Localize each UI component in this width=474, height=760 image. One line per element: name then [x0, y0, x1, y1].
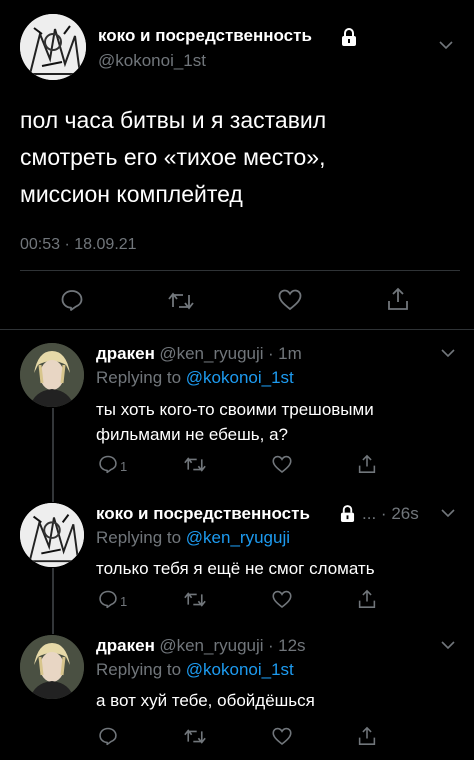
divider	[0, 329, 474, 330]
replying-to: Replying to @ken_ryuguji	[96, 528, 290, 547]
chevron-down-icon[interactable]	[441, 508, 455, 518]
thread-line	[52, 568, 54, 634]
avatar[interactable]	[20, 14, 86, 80]
display-name[interactable]: дракен	[96, 636, 155, 655]
thread-line	[52, 408, 54, 502]
replying-to: Replying to @kokonoi_1st	[96, 368, 294, 387]
reply-icon[interactable]	[98, 454, 118, 474]
retweet-icon[interactable]	[184, 590, 206, 609]
reply-count: 1	[120, 459, 128, 474]
tweet-timestamp[interactable]: 00:53 · 18.09.21	[20, 236, 137, 254]
retweet-icon[interactable]	[168, 290, 194, 312]
tweet-text: пол часа битвы и я заставил смотреть его…	[20, 102, 460, 213]
avatar[interactable]	[20, 343, 84, 407]
reply-age[interactable]: 26s	[391, 504, 418, 523]
reply-count: 1	[120, 594, 128, 609]
reply-age[interactable]: 1m	[278, 344, 302, 363]
handle[interactable]: @ken_ryuguji	[159, 636, 263, 655]
avatar[interactable]	[20, 635, 84, 699]
tweet-time: 00:53	[20, 236, 61, 253]
mention-link[interactable]: @kokonoi_1st	[186, 368, 294, 387]
retweet-icon[interactable]	[184, 455, 206, 474]
reply-age[interactable]: 12s	[278, 636, 305, 655]
reply-header: коко и посредственность	[96, 504, 310, 524]
reply-text: а вот хуй тебе, обойдёшься	[96, 691, 315, 710]
mention-link[interactable]: @kokonoi_1st	[186, 660, 294, 679]
reply-text: только тебя я ещё не смог сломать	[96, 559, 375, 578]
reply-header: дракен @ken_ryuguji · 12s	[96, 636, 306, 655]
share-icon[interactable]	[358, 726, 376, 746]
share-icon[interactable]	[358, 454, 376, 474]
reply-header: дракен @ken_ryuguji · 1m	[96, 344, 302, 363]
heart-icon[interactable]	[272, 590, 292, 609]
mention-link[interactable]: @ken_ryuguji	[186, 528, 290, 547]
chevron-down-icon[interactable]	[441, 640, 455, 650]
reply-icon[interactable]	[98, 726, 118, 746]
tweet-date: 18.09.21	[74, 236, 137, 253]
share-icon[interactable]	[358, 589, 376, 609]
reply-meta: ... · 26s	[362, 504, 419, 523]
retweet-icon[interactable]	[184, 727, 206, 746]
handle[interactable]: @kokonoi_1st	[98, 51, 206, 71]
share-icon[interactable]	[387, 287, 409, 311]
display-name[interactable]: дракен	[96, 344, 155, 363]
heart-icon[interactable]	[278, 289, 302, 311]
divider	[20, 270, 460, 271]
lock-icon	[341, 28, 357, 46]
chevron-down-icon[interactable]	[439, 40, 453, 50]
handle[interactable]: @ken_ryuguji	[159, 344, 263, 363]
display-name[interactable]: коко и посредственность	[96, 504, 310, 523]
display-name[interactable]: коко и посредственность	[98, 26, 312, 46]
reply-text: ты хоть кого-то своими трешовыми фильмам…	[96, 400, 374, 444]
tweet-text-line: смотреть его «тихое место»,	[20, 144, 326, 170]
reply-icon[interactable]	[98, 589, 118, 609]
heart-icon[interactable]	[272, 455, 292, 474]
lock-icon	[340, 505, 355, 522]
heart-icon[interactable]	[272, 727, 292, 746]
replying-to: Replying to @kokonoi_1st	[96, 660, 294, 679]
tweet-text-line: миссион комплейтед	[20, 181, 243, 207]
handle[interactable]: ...	[362, 504, 376, 523]
avatar[interactable]	[20, 503, 84, 567]
tweet-text-line: пол часа битвы и я заставил	[20, 107, 327, 133]
reply-icon[interactable]	[60, 288, 84, 312]
chevron-down-icon[interactable]	[441, 348, 455, 358]
